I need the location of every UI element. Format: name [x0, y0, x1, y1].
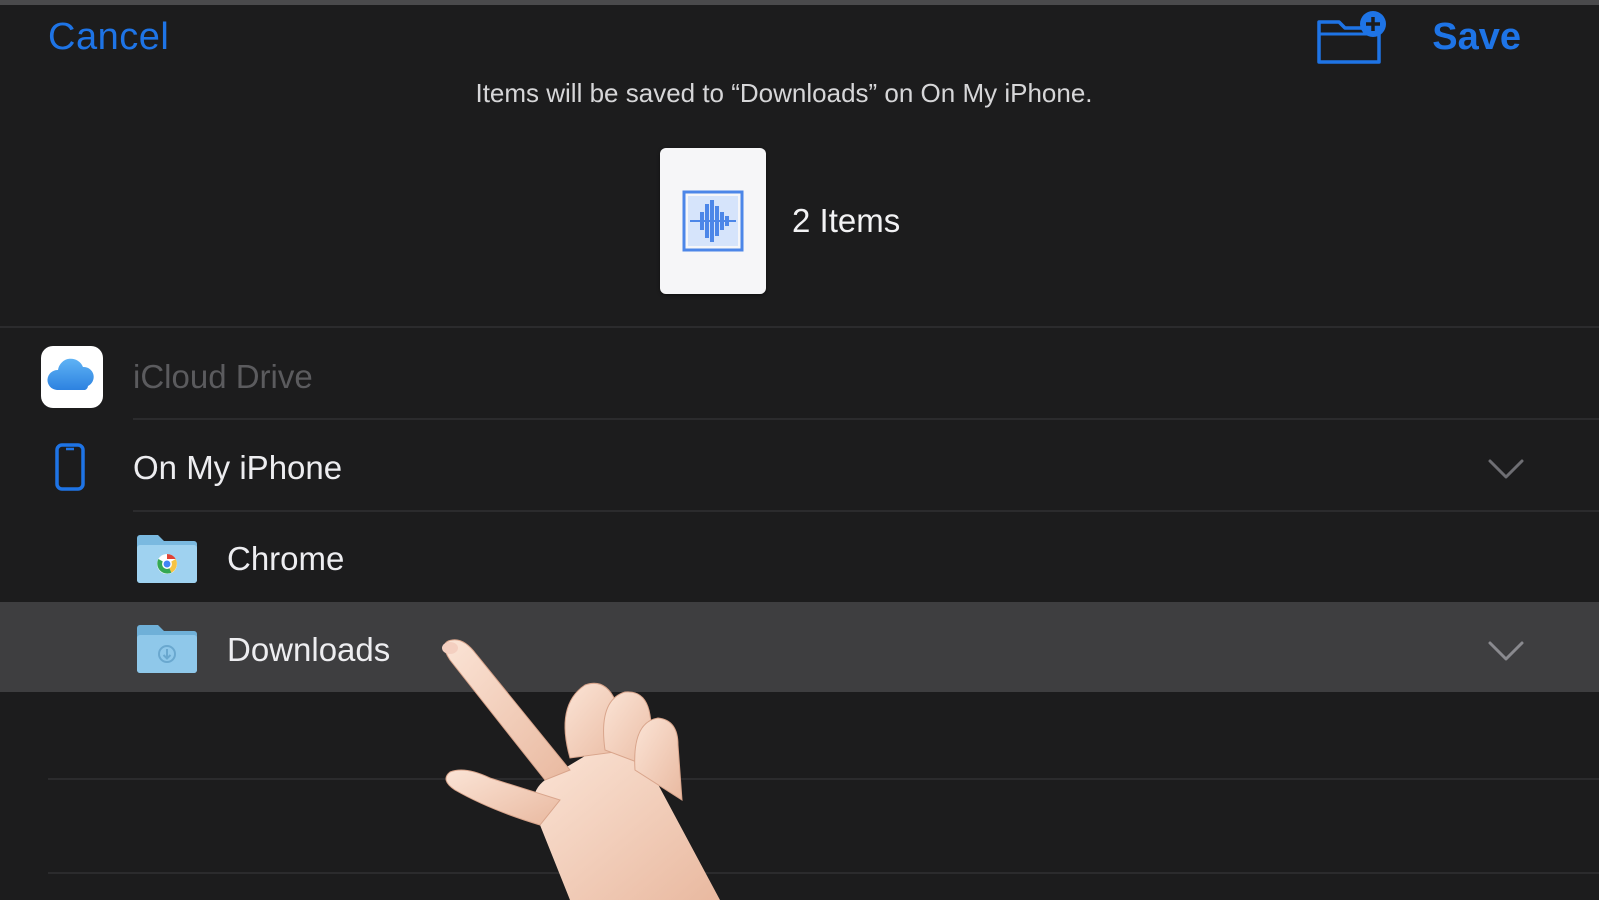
document-thumbnail — [660, 148, 766, 294]
folder-plus-icon[interactable] — [1316, 10, 1390, 66]
location-label: On My iPhone — [133, 449, 343, 486]
iphone-icon — [55, 443, 85, 491]
audio-waveform-icon — [682, 190, 744, 252]
divider — [48, 872, 1599, 874]
folder-label: Downloads — [227, 631, 391, 668]
save-to-files-sheet: Cancel Save Items will be saved to “Down… — [0, 0, 1599, 900]
folder-row-chrome[interactable]: Chrome — [0, 512, 1599, 600]
folder-label: Chrome — [227, 540, 345, 577]
cancel-button[interactable]: Cancel — [48, 16, 169, 59]
divider — [48, 778, 1599, 780]
location-label: iCloud Drive — [133, 358, 313, 395]
chevron-down-icon[interactable] — [1486, 457, 1526, 481]
save-destination-message: Items will be saved to “Downloads” on On… — [475, 78, 1093, 108]
chevron-down-icon[interactable] — [1486, 639, 1526, 663]
download-folder-icon — [137, 625, 197, 673]
chrome-folder-icon — [137, 535, 197, 583]
save-button[interactable]: Save — [1432, 16, 1521, 59]
icloud-icon — [41, 346, 103, 408]
location-row-on-my-iphone[interactable]: On My iPhone — [0, 420, 1599, 510]
folder-row-downloads[interactable]: Downloads — [0, 602, 1599, 692]
location-row-icloud-drive: iCloud Drive — [0, 330, 1599, 418]
top-divider — [0, 0, 1599, 5]
items-count: 2 Items — [792, 202, 901, 239]
divider — [0, 326, 1599, 328]
